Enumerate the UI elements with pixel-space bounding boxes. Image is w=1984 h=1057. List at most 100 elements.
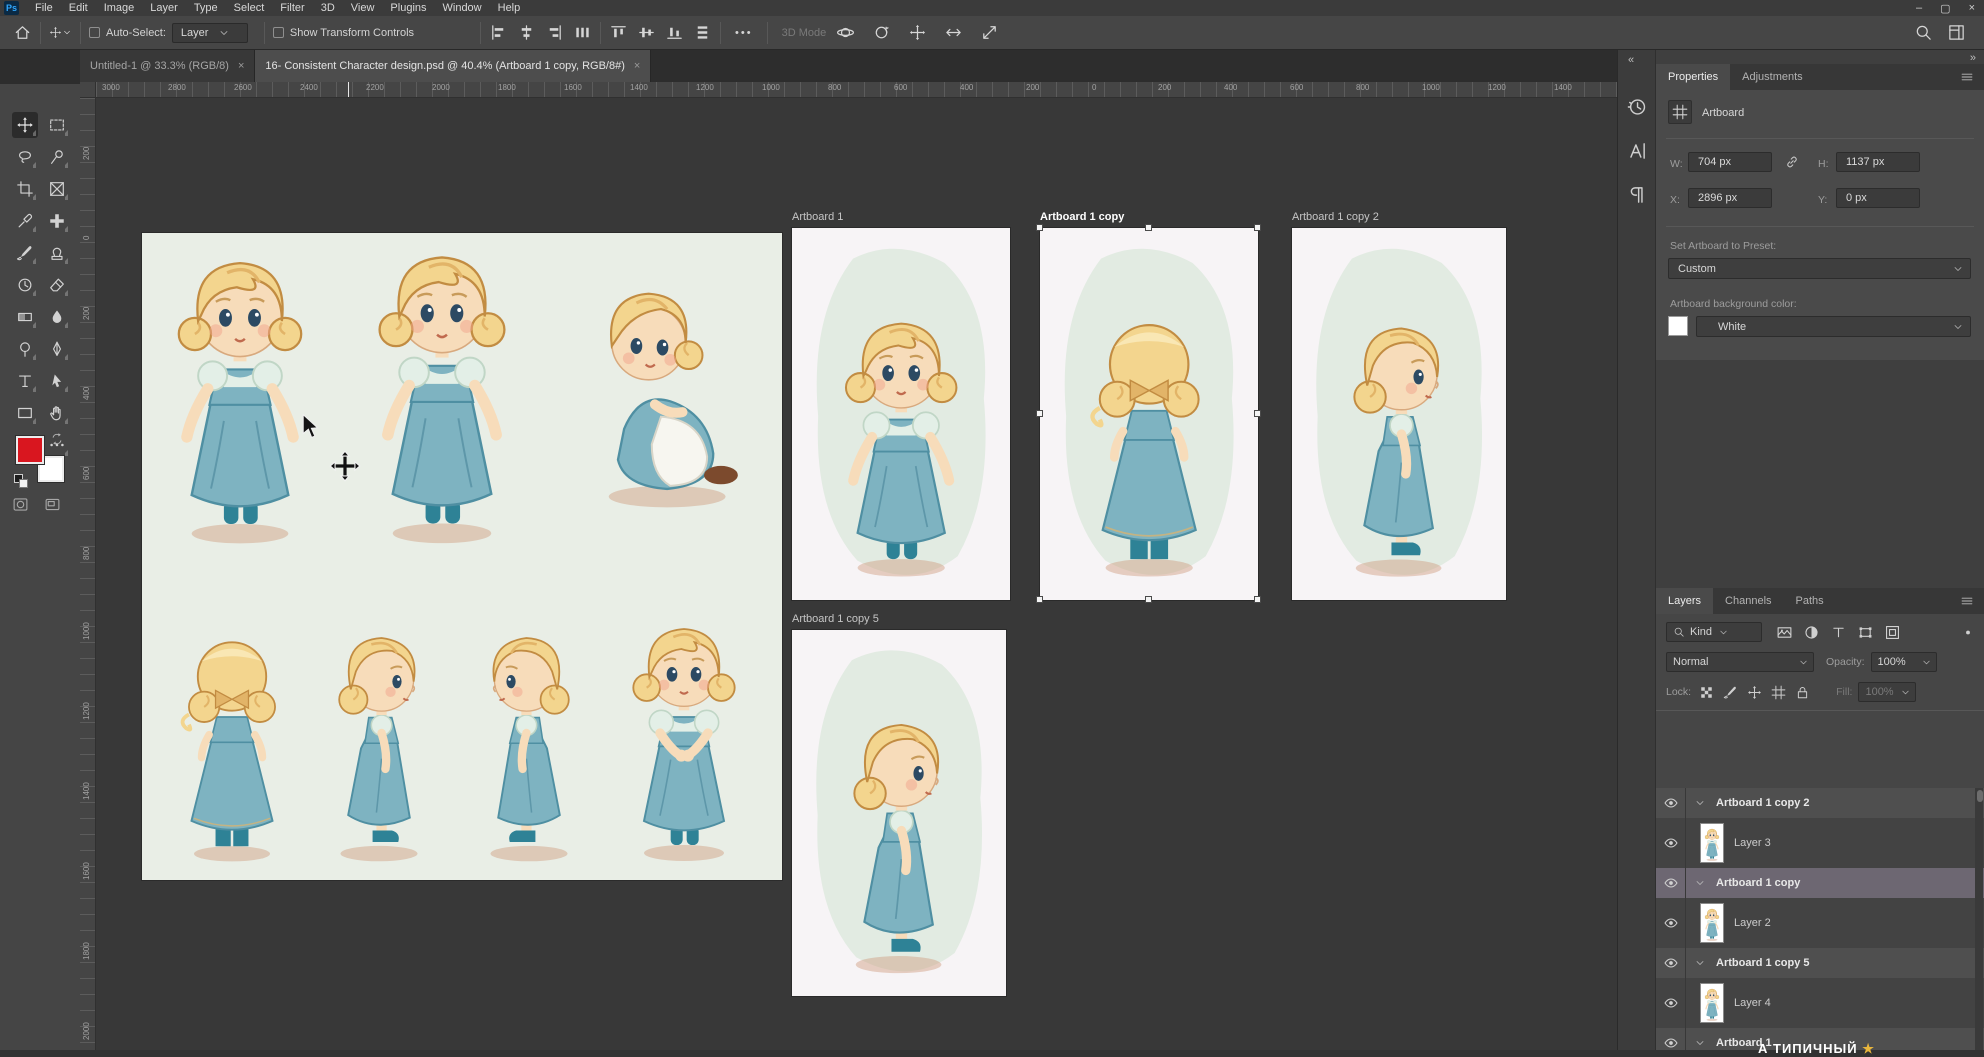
- character-panel-icon[interactable]: [1626, 140, 1648, 162]
- layer-group-row[interactable]: Artboard 1 copy 5: [1656, 948, 1984, 978]
- visibility-cell[interactable]: [1656, 978, 1686, 1028]
- move-tool[interactable]: [12, 112, 38, 138]
- menu-help[interactable]: Help: [490, 0, 529, 16]
- align-top-edges-icon[interactable]: [609, 23, 628, 42]
- pixel-filter-icon[interactable]: [1776, 624, 1793, 641]
- visibility-cell[interactable]: [1656, 898, 1686, 948]
- artboard-1[interactable]: [792, 228, 1010, 600]
- blur-tool[interactable]: [44, 304, 70, 330]
- foreground-color-swatch[interactable]: [16, 436, 44, 464]
- workspace-switcher-icon[interactable]: [1947, 23, 1966, 42]
- visibility-cell[interactable]: [1656, 948, 1686, 978]
- dist-h-icon[interactable]: [573, 23, 592, 42]
- menu-file[interactable]: File: [27, 0, 61, 16]
- horizontal-ruler[interactable]: 3000280026002400220020001800160014001200…: [96, 82, 1617, 98]
- tab-close-icon[interactable]: ×: [238, 60, 244, 72]
- filter-kind-dropdown[interactable]: Kind: [1666, 622, 1762, 642]
- artboard-label[interactable]: Artboard 1 copy: [1040, 211, 1124, 223]
- layer-thumbnail[interactable]: [1700, 903, 1724, 943]
- lock-lock-transparent-icon[interactable]: [1699, 685, 1714, 700]
- artboard-3[interactable]: [1292, 228, 1506, 600]
- type-filter-icon[interactable]: [1830, 624, 1847, 641]
- tab-properties[interactable]: Properties: [1656, 64, 1730, 90]
- align-left-edges-icon[interactable]: [489, 23, 508, 42]
- width-field[interactable]: 704 px: [1688, 152, 1772, 172]
- selection-handle[interactable]: [1145, 224, 1152, 231]
- artboard-label[interactable]: Artboard 1 copy 2: [1292, 211, 1379, 223]
- filter-toggle-icon[interactable]: [1962, 624, 1974, 641]
- horizontal-type-tool[interactable]: [12, 368, 38, 394]
- collapse-panels-chevrons[interactable]: »: [1970, 52, 1976, 64]
- brush-tool[interactable]: [12, 240, 38, 266]
- home-icon[interactable]: [13, 23, 32, 42]
- artboard-4[interactable]: [792, 630, 1006, 996]
- auto-select-mode-dropdown[interactable]: Layer: [172, 23, 248, 43]
- menu-view[interactable]: View: [343, 0, 383, 16]
- history-brush-tool[interactable]: [12, 272, 38, 298]
- menu-image[interactable]: Image: [96, 0, 143, 16]
- selection-handle[interactable]: [1145, 596, 1152, 603]
- visibility-cell[interactable]: [1656, 1028, 1686, 1050]
- history-panel-icon[interactable]: [1626, 96, 1648, 118]
- eraser-tool[interactable]: [44, 272, 70, 298]
- tab-paths[interactable]: Paths: [1784, 588, 1836, 614]
- adjustment-filter-icon[interactable]: [1803, 624, 1820, 641]
- frame-tool[interactable]: [44, 176, 70, 202]
- layer-group-row[interactable]: Artboard 1 copy 2: [1656, 788, 1984, 818]
- selection-handle[interactable]: [1036, 596, 1043, 603]
- lock-brush-icon[interactable]: [1723, 685, 1738, 700]
- preset-dropdown[interactable]: Custom: [1668, 258, 1971, 279]
- layers-scrollbar[interactable]: [1975, 788, 1983, 1050]
- lock-lock-all-icon[interactable]: [1795, 685, 1810, 700]
- artboard-bg-swatch[interactable]: [1668, 316, 1688, 336]
- eye-icon[interactable]: [1663, 795, 1679, 811]
- canvas-viewport[interactable]: Artboard 1 Artboard 1 copy: [96, 98, 1617, 1050]
- swap-colors-icon[interactable]: [50, 432, 64, 446]
- link-dimensions-icon[interactable]: [1784, 154, 1800, 170]
- document-tab-1[interactable]: Untitled-1 @ 33.3% (RGB/8)×: [80, 50, 255, 82]
- close-button[interactable]: ×: [1960, 2, 1984, 14]
- layers-scrollbar-thumb[interactable]: [1977, 790, 1983, 802]
- screen-mode-icon[interactable]: [44, 496, 61, 513]
- tab-layers[interactable]: Layers: [1656, 588, 1713, 614]
- chevron-down-icon[interactable]: [1694, 797, 1706, 809]
- selection-handle[interactable]: [1254, 224, 1261, 231]
- eye-icon[interactable]: [1663, 875, 1679, 891]
- path-selection-tool[interactable]: [44, 368, 70, 394]
- menu-3d[interactable]: 3D: [313, 0, 343, 16]
- layer-row[interactable]: Layer 4: [1656, 978, 1984, 1028]
- align-bottom-edges-icon[interactable]: [665, 23, 684, 42]
- menu-plugins[interactable]: Plugins: [382, 0, 434, 16]
- lock-move-icon[interactable]: [1747, 685, 1762, 700]
- photoshop-logo-icon[interactable]: Ps: [4, 1, 19, 15]
- ruler-origin-corner[interactable]: [80, 82, 96, 98]
- smart-filter-icon[interactable]: [1884, 624, 1901, 641]
- hand-tool[interactable]: [44, 400, 70, 426]
- chevron-down-icon[interactable]: [62, 26, 72, 39]
- selection-handle[interactable]: [1254, 596, 1261, 603]
- eye-icon[interactable]: [1663, 835, 1679, 851]
- chevron-down-icon[interactable]: [1694, 1037, 1706, 1049]
- eye-icon[interactable]: [1663, 1035, 1679, 1050]
- panel-menu-icon[interactable]: [1958, 70, 1976, 84]
- artboard-2[interactable]: [1040, 228, 1258, 600]
- panel-menu-icon[interactable]: [1958, 594, 1976, 608]
- menu-layer[interactable]: Layer: [142, 0, 186, 16]
- eye-icon[interactable]: [1663, 955, 1679, 971]
- opacity-value[interactable]: 100%: [1871, 652, 1937, 672]
- eye-icon[interactable]: [1663, 995, 1679, 1011]
- layer-group-row[interactable]: Artboard 1 copy: [1656, 868, 1984, 898]
- menu-window[interactable]: Window: [435, 0, 490, 16]
- eye-icon[interactable]: [1663, 915, 1679, 931]
- chevron-down-icon[interactable]: [1694, 877, 1706, 889]
- blend-mode-dropdown[interactable]: Normal: [1666, 652, 1814, 672]
- dodge-tool[interactable]: [12, 336, 38, 362]
- minimize-button[interactable]: –: [1907, 2, 1931, 14]
- search-icon[interactable]: [1914, 23, 1933, 42]
- tab-adjustments[interactable]: Adjustments: [1730, 64, 1815, 90]
- align-right-edges-icon[interactable]: [545, 23, 564, 42]
- crop-tool[interactable]: [12, 176, 38, 202]
- tab-channels[interactable]: Channels: [1713, 588, 1783, 614]
- menu-filter[interactable]: Filter: [272, 0, 312, 16]
- document-tab-2[interactable]: 16- Consistent Character design.psd @ 40…: [255, 50, 651, 82]
